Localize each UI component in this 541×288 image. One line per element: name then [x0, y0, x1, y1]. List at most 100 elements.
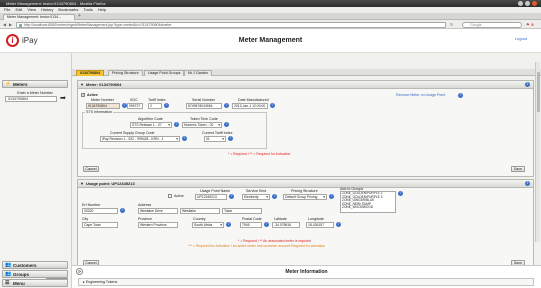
main-content: 0134790804 Pricing Structure Usage Point…: [72, 53, 541, 288]
menu-icon: ☰: [5, 280, 10, 286]
meter-active-checkbox[interactable]: ✓: [81, 93, 85, 97]
help-icon[interactable]: ?: [525, 181, 530, 186]
groups-listbox[interactable]: ZONE_GOLDEN/PURPLE 2 ZONE_GOLDEN/PURPLE …: [340, 191, 396, 213]
tariff-index-label: Tariff Index: [148, 98, 166, 102]
sidebar-meters-label: Meters: [13, 82, 28, 87]
serial-number-field[interactable]: 8749678043654: [186, 103, 222, 109]
meter-number-field[interactable]: 0134790804: [86, 103, 120, 109]
sidebar-menu-header[interactable]: ☰ Menu: [2, 279, 68, 287]
pricing-structure-label: Pricing Structure: [291, 189, 318, 193]
province-label: Province: [138, 217, 152, 221]
erf-number-field[interactable]: 00320: [82, 208, 118, 214]
sgc-field[interactable]: 999727: [127, 103, 143, 109]
usage-active-checkbox[interactable]: [168, 194, 172, 198]
help-icon[interactable]: ?: [164, 103, 169, 108]
meter-panel-title: Meter: 0134790804: [86, 82, 122, 87]
reload-icon[interactable]: ↻: [450, 22, 453, 27]
app-header: i iPay Meter Management Logout: [0, 29, 541, 53]
maximize-button[interactable]: [525, 1, 530, 6]
go-arrow-icon[interactable]: ➡: [60, 95, 66, 102]
engineering-tokens-row[interactable]: ▸ Engineering Tokens: [78, 278, 534, 286]
page-scrollbar[interactable]: [535, 62, 540, 242]
latitude-field[interactable]: -34.078616: [272, 222, 300, 228]
sidebar-groups-header[interactable]: 👥 Groups: [2, 270, 68, 278]
window-titlebar: Meter Management: testor:0134790804 - Mo…: [0, 0, 541, 7]
remove-meter-link[interactable]: Remove Meter on Usage Point: [396, 93, 445, 97]
forward-icon[interactable]: ▶: [9, 22, 12, 27]
help-icon[interactable]: ?: [458, 93, 463, 98]
usage-point-panel-header[interactable]: ▼ Usage point: UP12345213 ?: [78, 180, 533, 188]
meter-number-label: Enter a Meter Number: [17, 91, 53, 95]
usage-point-name-field[interactable]: UP12345213: [195, 194, 227, 200]
service-kind-label: Service Kind: [246, 189, 267, 193]
province-field[interactable]: Western Province: [138, 222, 178, 228]
postal-code-field[interactable]: 7945: [240, 222, 262, 228]
token-tech-select[interactable]: Numeric Token - 02: [182, 122, 222, 128]
address-line1-field[interactable]: Westlake Drive: [138, 208, 178, 214]
close-button[interactable]: [532, 1, 537, 6]
logout-link[interactable]: Logout: [515, 36, 527, 41]
tariff-index-field[interactable]: 2: [148, 103, 162, 109]
meter-cancel-button[interactable]: Cancel: [83, 166, 99, 172]
service-kind-select[interactable]: Electricity: [242, 194, 270, 200]
sidebar: ⚡ Meters Enter a Meter Number 0134790804…: [0, 53, 72, 288]
current-tariff-select[interactable]: 01: [204, 136, 226, 142]
longitude-label: Longitude: [308, 217, 324, 221]
meter-number-field-label: Meter Number: [91, 98, 114, 102]
new-tab-button[interactable]: +: [78, 14, 81, 19]
url-bar[interactable]: http://localhost:8080/meter/mgmt/MeterMa…: [16, 21, 446, 28]
tab-meter[interactable]: 0134790804: [76, 70, 104, 76]
scrollbar-thumb[interactable]: [537, 72, 540, 112]
help-icon[interactable]: ?: [228, 136, 233, 141]
erf-number-label: Erf Number: [82, 203, 101, 207]
tab-pricing-structure[interactable]: Pricing Structure: [108, 70, 143, 76]
latitude-label: Latitude: [274, 217, 287, 221]
tab-customer[interactable]: Mr J Garden: [184, 70, 212, 76]
sidebar-customers-header[interactable]: 👥 Customers: [2, 261, 68, 269]
help-icon[interactable]: ?: [224, 103, 229, 108]
help-icon[interactable]: ?: [398, 191, 403, 196]
help-icon[interactable]: ?: [120, 208, 125, 213]
meter-panel-header[interactable]: ▼ Meter: 0134790804 ?: [78, 81, 533, 89]
sidebar-meters-header[interactable]: ⚡ Meters: [2, 80, 68, 88]
help-icon[interactable]: ?: [229, 194, 234, 199]
postal-code-label: Postal Code: [242, 217, 262, 221]
help-icon[interactable]: ?: [336, 222, 341, 227]
help-icon[interactable]: ?: [174, 122, 179, 127]
supply-group-select[interactable]: iPay Revision 1 - 002 - 999428 - KRN - 1: [100, 136, 180, 142]
group-option[interactable]: ZONE_WOODWOOD: [342, 206, 395, 210]
address-line3-field[interactable]: Tokai: [222, 208, 262, 214]
usage-point-name-label: Usage Point Name: [200, 189, 231, 193]
address-line2-field[interactable]: Westlake: [180, 208, 220, 214]
search-input[interactable]: Google: [462, 21, 522, 28]
help-icon[interactable]: ?: [270, 103, 275, 108]
tab-usage-point-groups[interactable]: Usage Point Groups: [144, 70, 185, 76]
help-icon[interactable]: ?: [264, 222, 269, 227]
pricing-structure-select[interactable]: Default Group Pricing: [283, 194, 327, 200]
help-icon[interactable]: ?: [525, 82, 530, 87]
browser-tab-bar: Meter Management: testor:0134... +: [0, 13, 541, 20]
help-icon[interactable]: ?: [329, 194, 334, 199]
window-title: Meter Management: testor:0134790804 - Mo…: [6, 1, 106, 6]
help-icon[interactable]: ?: [272, 194, 277, 199]
meter-required-note: * = Required / ** = Required for Activat…: [228, 152, 291, 156]
meter-number-input[interactable]: 0134790804: [5, 96, 57, 102]
longitude-field[interactable]: 18.426157: [306, 222, 334, 228]
groups-icon: 👥: [5, 271, 12, 277]
usage-required-note-2: *** = Required for Activation / an activ…: [188, 244, 326, 248]
meter-save-button[interactable]: Save: [511, 166, 525, 172]
help-icon[interactable]: ?: [224, 122, 229, 127]
algorithm-code-select[interactable]: STS Release 1 - 07: [130, 122, 172, 128]
toolbar-addon-icons[interactable]: ⚑ ⊕: [526, 22, 534, 27]
usage-required-note: * = Required / ** An associated meter is…: [238, 239, 311, 243]
sidebar-customers-label: Customers: [13, 263, 37, 268]
country-select[interactable]: South Africa: [192, 222, 224, 228]
help-icon[interactable]: ?: [226, 222, 231, 227]
date-manufactured-field[interactable]: 2013-Jan-1 12:00:00: [232, 103, 268, 109]
help-icon[interactable]: ?: [182, 136, 187, 141]
city-field[interactable]: Cape Town: [82, 222, 118, 228]
back-icon[interactable]: ◀: [3, 22, 6, 27]
current-tariff-label: Current Tariff Index: [202, 131, 233, 135]
usage-active-label: Active: [174, 194, 184, 198]
minimize-button[interactable]: [518, 1, 523, 6]
